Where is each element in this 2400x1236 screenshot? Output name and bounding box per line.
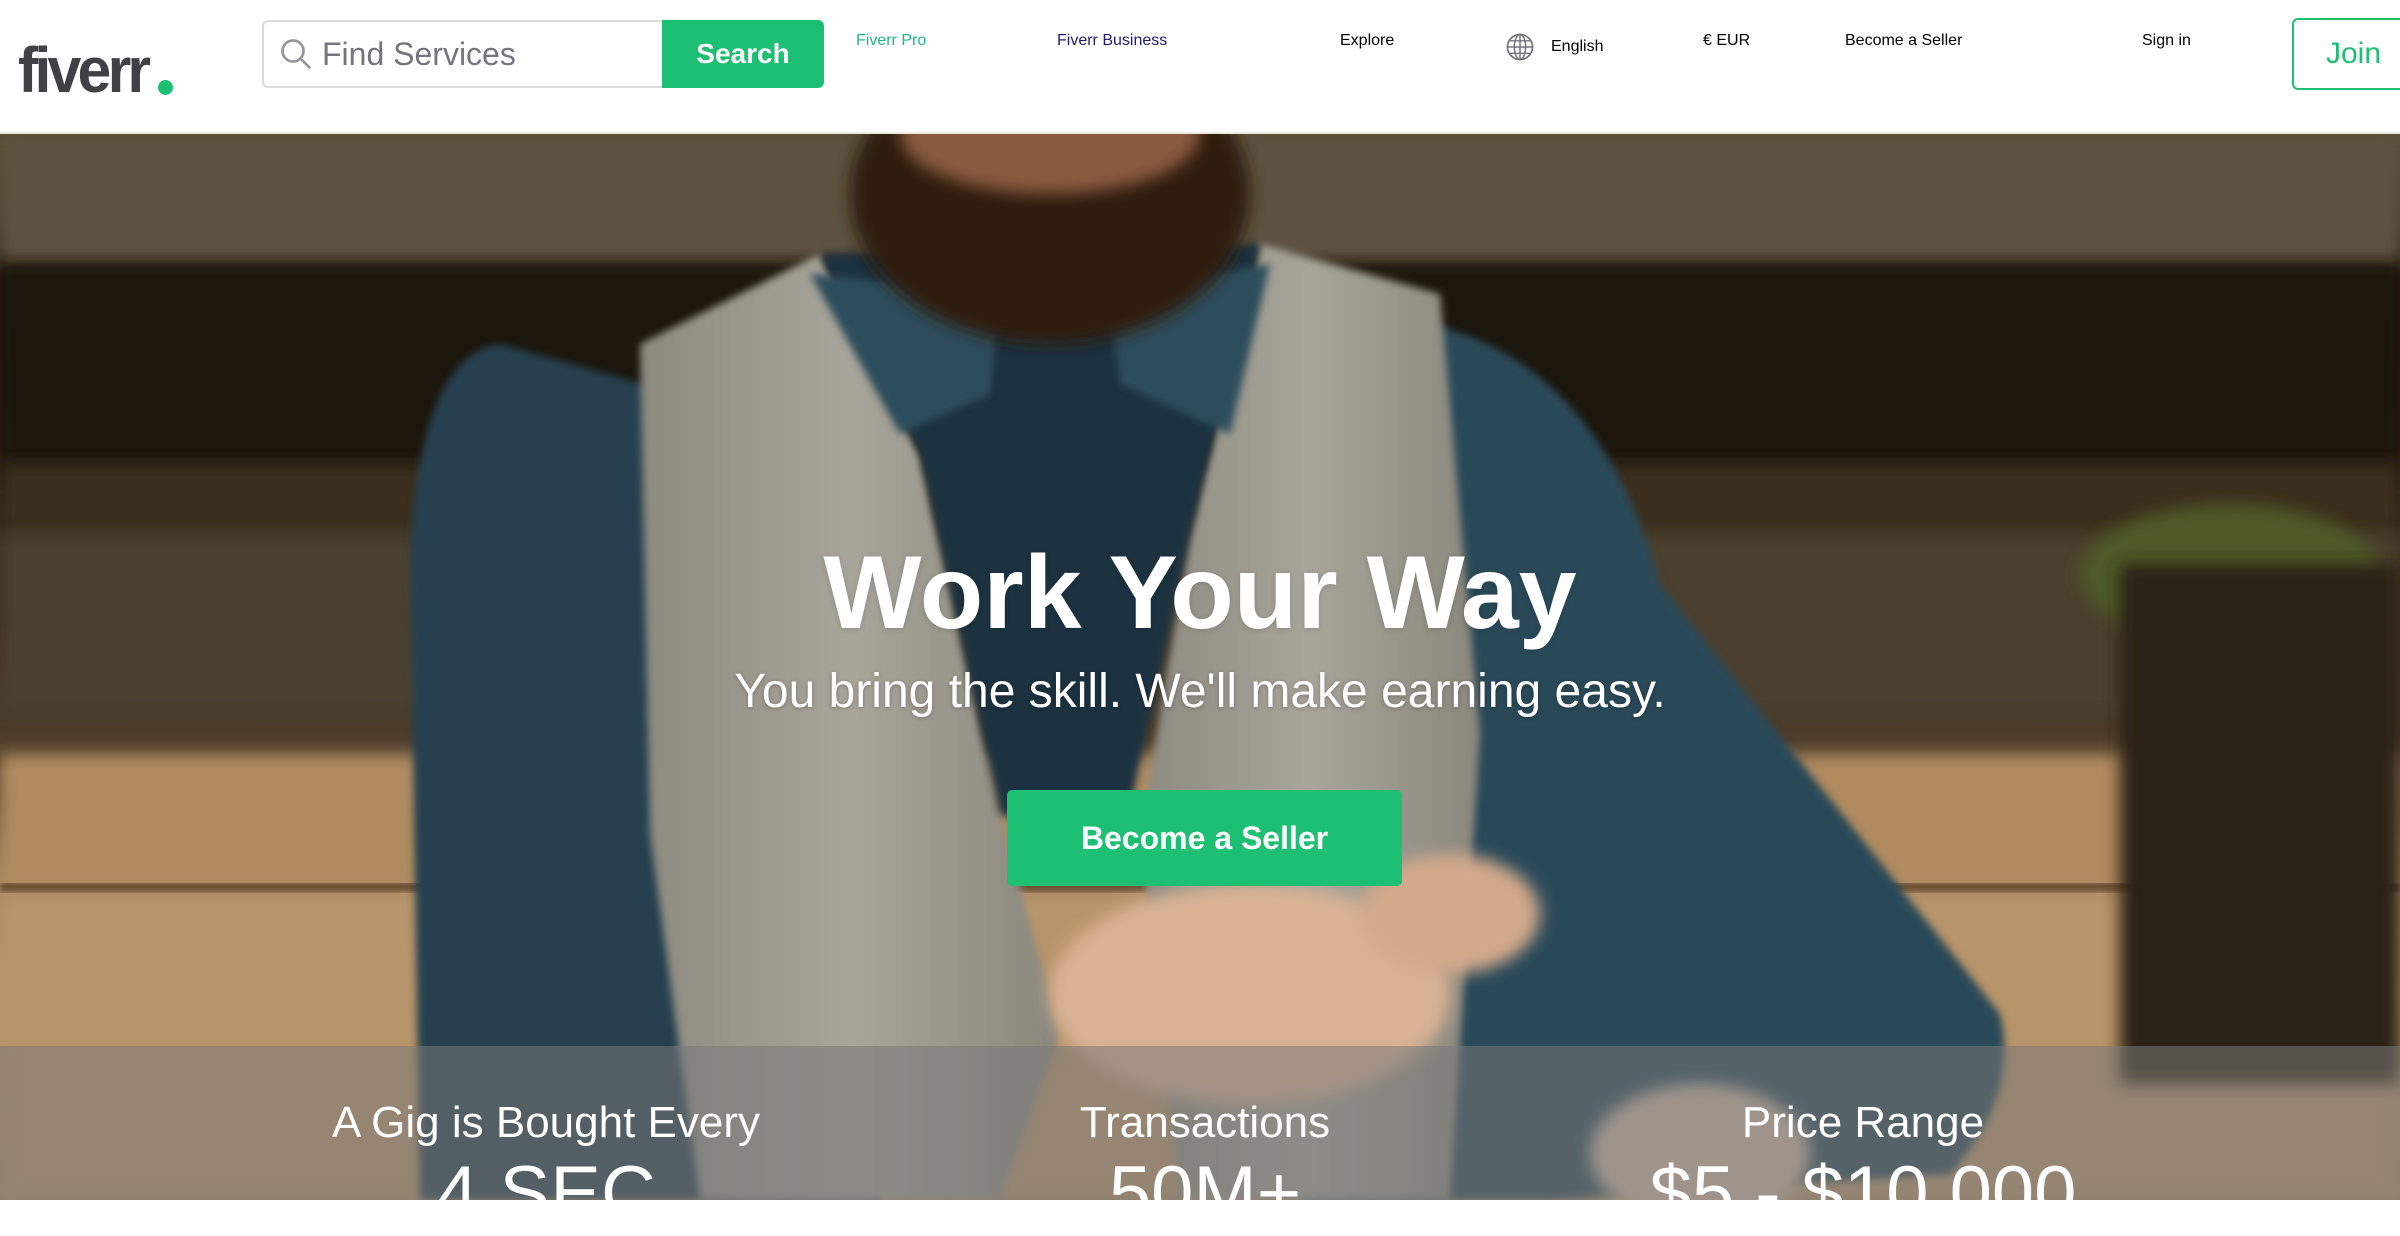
- nav-explore[interactable]: Explore: [1340, 32, 1394, 50]
- stat-value: 50M+: [1108, 1151, 1302, 1236]
- language-label: English: [1551, 38, 1604, 55]
- stat-gig-frequency: A Gig is Bought Every 4 SEC: [296, 1046, 796, 1232]
- nav-currency-selector[interactable]: € EUR: [1703, 32, 1750, 50]
- globe-icon: [1506, 33, 1534, 61]
- logo-text: fiverr: [18, 34, 151, 106]
- search-icon: [281, 39, 311, 69]
- top-navigation-bar: fiverr Search Fiverr Pro Fiverr Business…: [0, 0, 2400, 134]
- nav-language-selector[interactable]: English: [1505, 32, 1603, 62]
- nav-fiverr-pro[interactable]: Fiverr Pro: [856, 32, 926, 50]
- nav-fiverr-business[interactable]: Fiverr Business: [1057, 32, 1167, 50]
- stat-label: A Gig is Bought Every: [332, 1098, 760, 1147]
- nav-sign-in[interactable]: Sign in: [2142, 32, 2191, 50]
- nav-become-seller[interactable]: Become a Seller: [1845, 32, 1962, 50]
- search-button[interactable]: Search: [662, 20, 824, 88]
- fiverr-logo[interactable]: fiverr: [18, 12, 174, 106]
- hero-subtitle: You bring the skill. We'll make earning …: [734, 665, 1666, 718]
- search-field-container: [262, 20, 662, 88]
- logo-dot: [158, 80, 174, 95]
- search-bar: Search: [262, 20, 824, 88]
- stats-bar: A Gig is Bought Every 4 SEC Transactions…: [0, 1046, 2400, 1232]
- hero-section: Work Your Way You bring the skill. We'll…: [0, 134, 2400, 1200]
- search-input[interactable]: [320, 34, 644, 74]
- hero-title: Work Your Way: [823, 535, 1577, 651]
- become-seller-button[interactable]: Become a Seller: [1007, 790, 1402, 886]
- stat-value: $5 - $10,000: [1649, 1151, 2077, 1236]
- join-button[interactable]: Join: [2292, 18, 2400, 90]
- stat-label: Price Range: [1741, 1098, 1985, 1147]
- stat-value: 4 SEC: [436, 1151, 656, 1236]
- stat-transactions: Transactions 50M+: [1005, 1046, 1405, 1232]
- stat-label: Transactions: [1079, 1098, 1331, 1147]
- stat-price-range: Price Range $5 - $10,000: [1613, 1046, 2113, 1232]
